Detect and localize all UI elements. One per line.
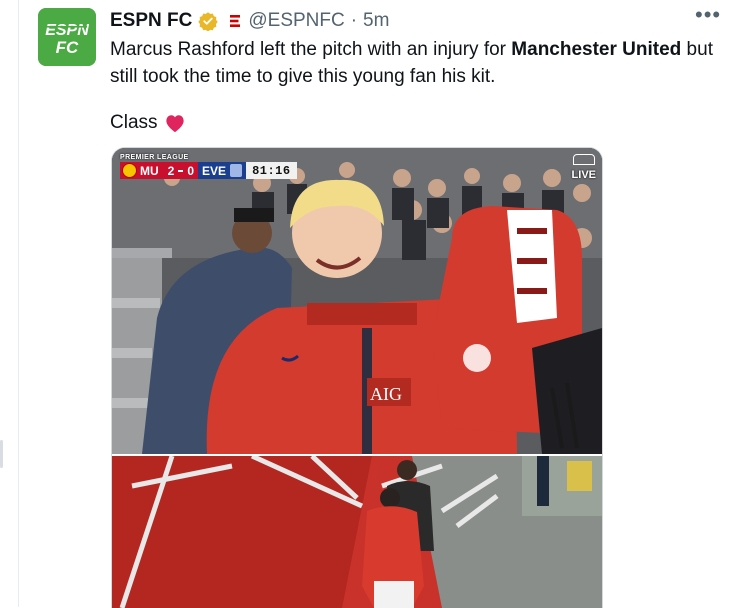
man-utd-crest-icon (122, 163, 137, 178)
everton-crest-icon (230, 164, 243, 177)
espn-affiliate-icon (230, 15, 241, 27)
home-team: MU (120, 162, 164, 179)
tweet-header: ESPN FC @ESPNFC · 5m (110, 8, 389, 34)
live-indicator: LIVE (572, 154, 596, 181)
scorebug: PREMIER LEAGUE MU 2 0 EVE 81:16 (120, 154, 297, 179)
home-team-label: MU (140, 163, 159, 178)
scroll-edge (0, 440, 3, 468)
live-label: LIVE (571, 169, 596, 181)
home-score: 2 (167, 163, 175, 178)
separator-dot: · (350, 10, 358, 31)
svg-text:AIG: AIG (370, 384, 402, 404)
broadcaster-logo-icon (572, 154, 595, 165)
score: 2 0 (163, 162, 199, 179)
away-team: EVE (198, 162, 247, 179)
more-options-icon[interactable]: ••• (695, 4, 720, 30)
tweet-text-bold: Manchester United (511, 39, 682, 60)
away-score: 0 (187, 163, 195, 178)
tweet-text-class-line: Class (110, 109, 186, 136)
espn-fc-logo-icon: ESPN FC (38, 8, 96, 66)
handle[interactable]: @ESPNFC (248, 10, 344, 32)
score-dash (178, 169, 184, 172)
class-text: Class (110, 112, 158, 133)
red-heart-icon (165, 114, 184, 132)
tweet-text-part1: Marcus Rashford left the pitch with an i… (110, 39, 512, 60)
avatar[interactable]: ESPN FC (38, 8, 96, 66)
svg-text:FC: FC (56, 38, 79, 57)
tweet-text: Marcus Rashford left the pitch with an i… (110, 36, 730, 90)
display-name[interactable]: ESPN FC (110, 10, 192, 32)
timestamp[interactable]: 5m (363, 10, 389, 32)
competition-label: PREMIER LEAGUE (120, 154, 189, 161)
tunnel-photo[interactable] (112, 456, 602, 608)
match-clock: 81:16 (246, 162, 297, 179)
score-row: MU 2 0 EVE 81:16 (120, 162, 297, 179)
verified-badge-icon (198, 12, 219, 31)
away-team-label: EVE (202, 163, 227, 178)
tweet-media[interactable]: AIG PREMIER LEAGUE MU 2 0 EVE 81:16 LIVE (111, 147, 603, 608)
fan-photo[interactable]: AIG (112, 148, 602, 454)
svg-text:ESPN: ESPN (45, 22, 89, 39)
